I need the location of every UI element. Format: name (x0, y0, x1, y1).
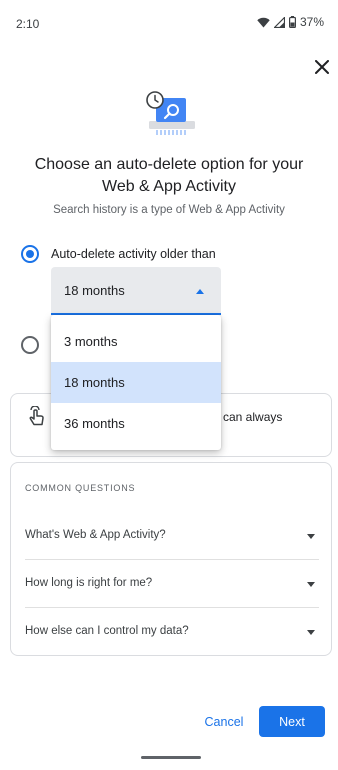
info-card-text: can always (223, 410, 283, 424)
battery-icon (288, 16, 296, 28)
common-questions-card: COMMON QUESTIONS What's Web & App Activi… (10, 462, 332, 656)
battery-percent: 37% (299, 15, 324, 29)
common-questions-heading: COMMON QUESTIONS (25, 483, 136, 493)
caret-up-icon (196, 289, 204, 294)
menu-item-36-months[interactable]: 36 months (51, 403, 221, 444)
faq-item-web-app-activity[interactable]: What's Web & App Activity? (25, 512, 319, 560)
auto-delete-period-select[interactable]: 18 months (51, 267, 221, 315)
auto-delete-radio[interactable] (21, 245, 39, 263)
next-button[interactable]: Next (259, 706, 325, 737)
second-option-radio[interactable] (21, 336, 39, 354)
faq-item-how-long[interactable]: How long is right for me? (25, 560, 319, 608)
period-dropdown-menu: 3 months 18 months 36 months (51, 315, 221, 450)
faq-question: How long is right for me? (25, 577, 153, 589)
cancel-button[interactable]: Cancel (196, 707, 252, 737)
chevron-down-icon (307, 630, 315, 635)
status-bar: 2:10 37% (0, 0, 338, 44)
close-button[interactable] (312, 57, 332, 77)
status-time: 2:10 (16, 17, 40, 31)
select-value: 18 months (64, 283, 125, 298)
menu-item-3-months[interactable]: 3 months (51, 321, 221, 362)
gesture-nav-handle[interactable] (141, 756, 201, 759)
close-icon (315, 60, 329, 74)
faq-question: What's Web & App Activity? (25, 529, 166, 541)
chevron-down-icon (307, 582, 315, 587)
page-title: Choose an auto-delete option for your We… (34, 156, 304, 195)
auto-delete-label: Auto-delete activity older than (51, 247, 216, 261)
hand-tap-icon (25, 405, 47, 433)
menu-item-18-months[interactable]: 18 months (51, 362, 221, 403)
faq-question: How else can I control my data? (25, 625, 189, 637)
status-icons: 37% (257, 15, 324, 29)
auto-delete-clock-search-icon (146, 91, 195, 135)
page-subtitle: Search history is a type of Web & App Ac… (53, 204, 285, 216)
wifi-icon (257, 17, 270, 28)
faq-item-control-data[interactable]: How else can I control my data? (25, 608, 319, 656)
signal-icon (273, 16, 285, 28)
chevron-down-icon (307, 534, 315, 539)
auto-delete-illustration (143, 90, 199, 138)
